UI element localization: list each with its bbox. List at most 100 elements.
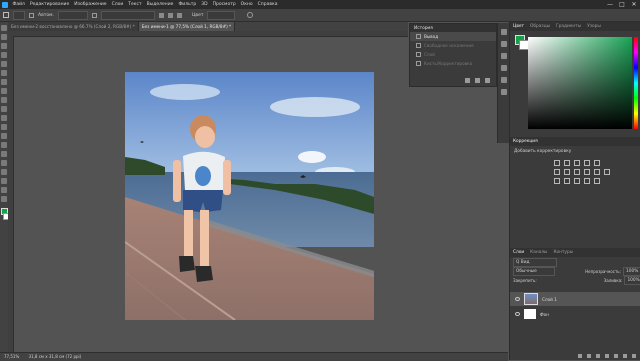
adjustment-layer-icon[interactable] (605, 354, 609, 358)
ruler-vertical[interactable] (8, 36, 14, 352)
trash-icon[interactable] (485, 78, 490, 83)
channel-mixer-icon[interactable] (594, 169, 600, 175)
properties-panel-icon[interactable] (500, 41, 507, 47)
menu-type[interactable]: Текст (126, 2, 144, 7)
tab-swatches[interactable]: Образцы (527, 24, 553, 29)
eraser-tool-icon[interactable] (1, 115, 7, 121)
align-center-icon[interactable] (167, 12, 173, 18)
paragraph-panel-icon[interactable] (500, 77, 507, 83)
history-item[interactable]: Слой (410, 50, 496, 59)
transform-controls-checkbox[interactable] (91, 12, 97, 18)
hand-tool-icon[interactable] (1, 187, 7, 193)
menu-select[interactable]: Выделение (144, 2, 176, 7)
quick-select-tool-icon[interactable] (1, 52, 7, 58)
gradient-tool-icon[interactable] (1, 124, 7, 130)
align-right-icon[interactable] (176, 12, 182, 18)
lasso-tool-icon[interactable] (1, 43, 7, 49)
type-tool-icon[interactable] (1, 160, 7, 166)
tab-adjustments[interactable]: Коррекция (510, 139, 541, 144)
menu-help[interactable]: Справка (255, 2, 280, 7)
tool-presets-icon[interactable] (500, 89, 507, 95)
menu-image[interactable]: Изображение (72, 2, 109, 7)
history-title[interactable]: История (414, 26, 433, 31)
exposure-icon[interactable] (584, 160, 590, 166)
menu-edit[interactable]: Редактирование (27, 2, 71, 7)
path-select-tool-icon[interactable] (1, 169, 7, 175)
maximize-button[interactable]: □ (616, 0, 628, 9)
curves-icon[interactable] (574, 160, 580, 166)
black-white-icon[interactable] (574, 169, 580, 175)
close-button[interactable]: ✕ (628, 0, 640, 9)
tab-layers[interactable]: Слои (510, 250, 527, 255)
threshold-icon[interactable] (574, 178, 580, 184)
hue-slider[interactable] (634, 37, 638, 129)
menu-file[interactable]: Файл (10, 2, 27, 7)
shape-tool-icon[interactable] (1, 178, 7, 184)
fill-field[interactable]: 100% (624, 276, 640, 285)
history-item[interactable]: Свободное искажение (410, 41, 496, 50)
color-lookup-icon[interactable] (604, 169, 610, 175)
vibrance-icon[interactable] (594, 160, 600, 166)
zoom-tool-icon[interactable] (1, 196, 7, 202)
tab-patterns[interactable]: Узоры (584, 24, 604, 29)
tab-channels[interactable]: Каналы (527, 250, 550, 255)
new-group-icon[interactable] (614, 354, 618, 358)
brightness-contrast-icon[interactable] (554, 160, 560, 166)
history-item[interactable]: Вывод (410, 32, 496, 41)
blur-tool-icon[interactable] (1, 133, 7, 139)
visibility-eye-icon[interactable] (515, 297, 520, 301)
snapshot-camera-icon[interactable] (475, 78, 480, 83)
color-spectrum-field[interactable] (528, 37, 632, 129)
menu-view[interactable]: Просмотр (210, 2, 238, 7)
blend-mode-dropdown[interactable]: Обычные (513, 267, 556, 276)
levels-icon[interactable] (564, 160, 570, 166)
gradient-map-icon[interactable] (584, 178, 590, 184)
hue-saturation-icon[interactable] (554, 169, 560, 175)
healing-tool-icon[interactable] (1, 79, 7, 85)
opacity-field[interactable]: 100% (623, 267, 640, 276)
photo-filter-icon[interactable] (584, 169, 590, 175)
menu-3d[interactable]: 3D (199, 2, 210, 7)
settings-icon[interactable] (247, 12, 254, 18)
move-tool-icon[interactable] (3, 12, 9, 18)
color-balance-icon[interactable] (564, 169, 570, 175)
tab-document-2[interactable]: Без имени-2 восстановлено @ 66.7% (Слой … (8, 22, 139, 31)
link-layers-icon[interactable] (578, 354, 582, 358)
new-layer-icon[interactable] (623, 354, 627, 358)
character-panel-icon[interactable] (500, 65, 507, 71)
history-brush-tool-icon[interactable] (1, 106, 7, 112)
brush-tool-icon[interactable] (1, 88, 7, 94)
auto-select-dropdown[interactable] (57, 10, 88, 20)
zoom-level[interactable]: 77,51% (4, 354, 19, 359)
tab-document-1[interactable]: Без имени-1 @ 77,5% (Слой 1, RGB/8#) * (138, 22, 236, 31)
align-left-icon[interactable] (158, 12, 164, 18)
menu-window[interactable]: Окно (238, 2, 255, 7)
layer-row[interactable]: Слой 1 (510, 292, 640, 306)
visibility-eye-icon[interactable] (515, 312, 520, 316)
new-document-from-state-icon[interactable] (465, 78, 470, 83)
add-mask-icon[interactable] (596, 354, 600, 358)
document-canvas[interactable] (125, 72, 374, 320)
layer-row[interactable]: Фон (510, 307, 640, 321)
auto-select-checkbox[interactable] (29, 12, 34, 18)
app-logo[interactable] (0, 0, 10, 9)
tab-gradients[interactable]: Градиенты (553, 24, 584, 29)
selective-color-icon[interactable] (594, 178, 600, 184)
color-dropdown[interactable] (207, 10, 236, 20)
delete-layer-icon[interactable] (632, 354, 636, 358)
eyedropper-tool-icon[interactable] (1, 70, 7, 76)
minimize-button[interactable]: — (604, 0, 616, 9)
menu-layers[interactable]: Слои (109, 2, 126, 7)
stamp-tool-icon[interactable] (1, 97, 7, 103)
crop-tool-icon[interactable] (1, 61, 7, 67)
fx-icon[interactable] (587, 354, 591, 358)
dodge-tool-icon[interactable] (1, 142, 7, 148)
layer-filter-dropdown[interactable]: Q Вид (513, 257, 557, 267)
brush-panel-icon[interactable] (500, 53, 507, 59)
tool-preset-picker[interactable] (13, 10, 25, 20)
ruler-horizontal[interactable] (8, 31, 408, 37)
align-controls[interactable] (100, 10, 155, 20)
posterize-icon[interactable] (564, 178, 570, 184)
history-panel-icon[interactable] (500, 29, 507, 35)
marquee-tool-icon[interactable] (1, 34, 7, 40)
